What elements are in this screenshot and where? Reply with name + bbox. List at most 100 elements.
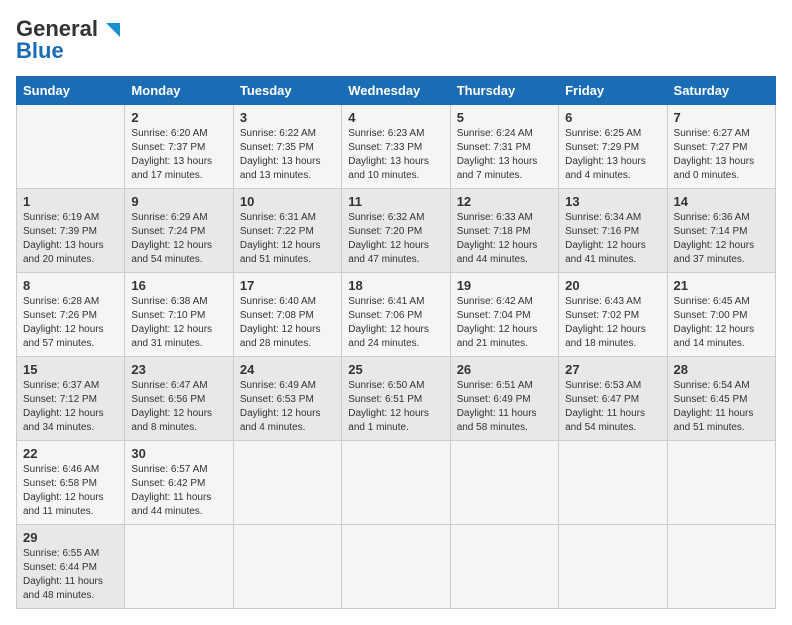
calendar-cell xyxy=(342,441,450,525)
day-number: 26 xyxy=(457,362,552,377)
calendar-cell: 17 Sunrise: 6:40 AMSunset: 7:08 PMDayligh… xyxy=(233,273,341,357)
day-info: Sunrise: 6:53 AMSunset: 6:47 PMDaylight:… xyxy=(565,379,660,435)
header-monday: Monday xyxy=(125,77,233,105)
day-info: Sunrise: 6:28 AMSunset: 7:26 PMDaylight:… xyxy=(23,295,118,351)
calendar-cell: 19 Sunrise: 6:42 AMSunset: 7:04 PMDayligh… xyxy=(450,273,558,357)
day-info: Sunrise: 6:31 AMSunset: 7:22 PMDaylight:… xyxy=(240,211,335,267)
calendar-cell: 3Sunrise: 6:22 AMSunset: 7:35 PMDaylight… xyxy=(233,105,341,189)
calendar-cell: 14 Sunrise: 6:36 AMSunset: 7:14 PMDayligh… xyxy=(667,189,775,273)
day-number: 22 xyxy=(23,446,118,461)
calendar-cell: 18 Sunrise: 6:41 AMSunset: 7:06 PMDayligh… xyxy=(342,273,450,357)
calendar-cell: 9Sunrise: 6:29 AMSunset: 7:24 PMDaylight… xyxy=(125,189,233,273)
calendar-cell: 27 Sunrise: 6:53 AMSunset: 6:47 PMDayligh… xyxy=(559,357,667,441)
day-number: 23 xyxy=(131,362,226,377)
day-number: 6 xyxy=(565,110,660,125)
calendar-week-row: 1 Sunrise: 6:19 AMSunset: 7:39 PMDaylight… xyxy=(17,189,776,273)
calendar-table: SundayMondayTuesdayWednesdayThursdayFrid… xyxy=(16,76,776,609)
day-number: 11 xyxy=(348,194,443,209)
day-info: Sunrise: 6:27 AMSunset: 7:27 PMDaylight:… xyxy=(674,127,769,183)
calendar-header-row: SundayMondayTuesdayWednesdayThursdayFrid… xyxy=(17,77,776,105)
calendar-cell: 4 Sunrise: 6:23 AMSunset: 7:33 PMDaylight… xyxy=(342,105,450,189)
day-info: Sunrise: 6:19 AMSunset: 7:39 PMDaylight:… xyxy=(23,211,118,267)
day-number: 10 xyxy=(240,194,335,209)
day-number: 21 xyxy=(674,278,769,293)
day-number: 25 xyxy=(348,362,443,377)
day-info: Sunrise: 6:50 AMSunset: 6:51 PMDaylight:… xyxy=(348,379,443,435)
day-info: Sunrise: 6:34 AMSunset: 7:16 PMDaylight:… xyxy=(565,211,660,267)
header-thursday: Thursday xyxy=(450,77,558,105)
calendar-cell: 23 Sunrise: 6:47 AMSunset: 6:56 PMDayligh… xyxy=(125,357,233,441)
day-info: Sunrise: 6:41 AMSunset: 7:06 PMDaylight:… xyxy=(348,295,443,351)
day-info: Sunrise: 6:47 AMSunset: 6:56 PMDaylight:… xyxy=(131,379,226,435)
calendar-cell: 6 Sunrise: 6:25 AMSunset: 7:29 PMDaylight… xyxy=(559,105,667,189)
day-info: Sunrise: 6:23 AMSunset: 7:33 PMDaylight:… xyxy=(348,127,443,183)
day-info: Sunrise: 6:46 AMSunset: 6:58 PMDaylight:… xyxy=(23,463,118,519)
day-info: Sunrise: 6:55 AMSunset: 6:44 PMDaylight:… xyxy=(23,547,118,603)
day-info: Sunrise: 6:38 AMSunset: 7:10 PMDaylight:… xyxy=(131,295,226,351)
day-info: Sunrise: 6:43 AMSunset: 7:02 PMDaylight:… xyxy=(565,295,660,351)
day-info: Sunrise: 6:24 AMSunset: 7:31 PMDaylight:… xyxy=(457,127,552,183)
day-info: Sunrise: 6:54 AMSunset: 6:45 PMDaylight:… xyxy=(674,379,769,435)
calendar-cell xyxy=(17,105,125,189)
calendar-cell: 20Sunrise: 6:43 AMSunset: 7:02 PMDayligh… xyxy=(559,273,667,357)
day-number: 1 xyxy=(23,194,118,209)
day-number: 14 xyxy=(674,194,769,209)
day-number: 16 xyxy=(131,278,226,293)
header-wednesday: Wednesday xyxy=(342,77,450,105)
day-number: 18 xyxy=(348,278,443,293)
header-sunday: Sunday xyxy=(17,77,125,105)
day-number: 30 xyxy=(131,446,226,461)
day-number: 2 xyxy=(131,110,226,125)
day-number: 17 xyxy=(240,278,335,293)
calendar-cell: 12 Sunrise: 6:33 AMSunset: 7:18 PMDayligh… xyxy=(450,189,558,273)
calendar-cell: 7 Sunrise: 6:27 AMSunset: 7:27 PMDaylight… xyxy=(667,105,775,189)
calendar-cell xyxy=(667,441,775,525)
day-info: Sunrise: 6:57 AMSunset: 6:42 PMDaylight:… xyxy=(131,463,226,519)
calendar-cell: 11Sunrise: 6:32 AMSunset: 7:20 PMDayligh… xyxy=(342,189,450,273)
day-number: 24 xyxy=(240,362,335,377)
day-number: 27 xyxy=(565,362,660,377)
header-saturday: Saturday xyxy=(667,77,775,105)
calendar-cell: 1 Sunrise: 6:19 AMSunset: 7:39 PMDaylight… xyxy=(17,189,125,273)
day-info: Sunrise: 6:40 AMSunset: 7:08 PMDaylight:… xyxy=(240,295,335,351)
calendar-week-row: 15Sunrise: 6:37 AMSunset: 7:12 PMDayligh… xyxy=(17,357,776,441)
calendar-cell: 13 Sunrise: 6:34 AMSunset: 7:16 PMDayligh… xyxy=(559,189,667,273)
calendar-cell: 28 Sunrise: 6:54 AMSunset: 6:45 PMDayligh… xyxy=(667,357,775,441)
day-info: Sunrise: 6:49 AMSunset: 6:53 PMDaylight:… xyxy=(240,379,335,435)
day-number: 28 xyxy=(674,362,769,377)
calendar-cell: 29 Sunrise: 6:55 AMSunset: 6:44 PMDayligh… xyxy=(17,525,125,609)
day-info: Sunrise: 6:25 AMSunset: 7:29 PMDaylight:… xyxy=(565,127,660,183)
calendar-cell xyxy=(233,525,341,609)
day-info: Sunrise: 6:22 AMSunset: 7:35 PMDaylight:… xyxy=(240,127,335,183)
day-number: 8 xyxy=(23,278,118,293)
calendar-cell: 24 Sunrise: 6:49 AMSunset: 6:53 PMDayligh… xyxy=(233,357,341,441)
calendar-cell: 2 Sunrise: 6:20 AMSunset: 7:37 PMDaylight… xyxy=(125,105,233,189)
calendar-week-row: 2 Sunrise: 6:20 AMSunset: 7:37 PMDaylight… xyxy=(17,105,776,189)
calendar-cell xyxy=(450,441,558,525)
calendar-week-row: 8 Sunrise: 6:28 AMSunset: 7:26 PMDaylight… xyxy=(17,273,776,357)
day-number: 5 xyxy=(457,110,552,125)
calendar-cell xyxy=(559,441,667,525)
day-info: Sunrise: 6:42 AMSunset: 7:04 PMDaylight:… xyxy=(457,295,552,351)
day-number: 12 xyxy=(457,194,552,209)
day-number: 7 xyxy=(674,110,769,125)
page-header: General Blue xyxy=(16,16,776,64)
calendar-cell xyxy=(559,525,667,609)
calendar-cell: 21Sunrise: 6:45 AMSunset: 7:00 PMDayligh… xyxy=(667,273,775,357)
day-number: 4 xyxy=(348,110,443,125)
calendar-cell: 10 Sunrise: 6:31 AMSunset: 7:22 PMDayligh… xyxy=(233,189,341,273)
day-info: Sunrise: 6:29 AMSunset: 7:24 PMDaylight:… xyxy=(131,211,226,267)
day-info: Sunrise: 6:33 AMSunset: 7:18 PMDaylight:… xyxy=(457,211,552,267)
calendar-cell xyxy=(450,525,558,609)
day-info: Sunrise: 6:36 AMSunset: 7:14 PMDaylight:… xyxy=(674,211,769,267)
day-number: 29 xyxy=(23,530,118,545)
day-info: Sunrise: 6:51 AMSunset: 6:49 PMDaylight:… xyxy=(457,379,552,435)
day-number: 13 xyxy=(565,194,660,209)
calendar-cell xyxy=(125,525,233,609)
day-info: Sunrise: 6:37 AMSunset: 7:12 PMDaylight:… xyxy=(23,379,118,435)
calendar-cell xyxy=(342,525,450,609)
calendar-cell: 5 Sunrise: 6:24 AMSunset: 7:31 PMDaylight… xyxy=(450,105,558,189)
day-number: 19 xyxy=(457,278,552,293)
day-info: Sunrise: 6:20 AMSunset: 7:37 PMDaylight:… xyxy=(131,127,226,183)
calendar-week-row: 29 Sunrise: 6:55 AMSunset: 6:44 PMDayligh… xyxy=(17,525,776,609)
